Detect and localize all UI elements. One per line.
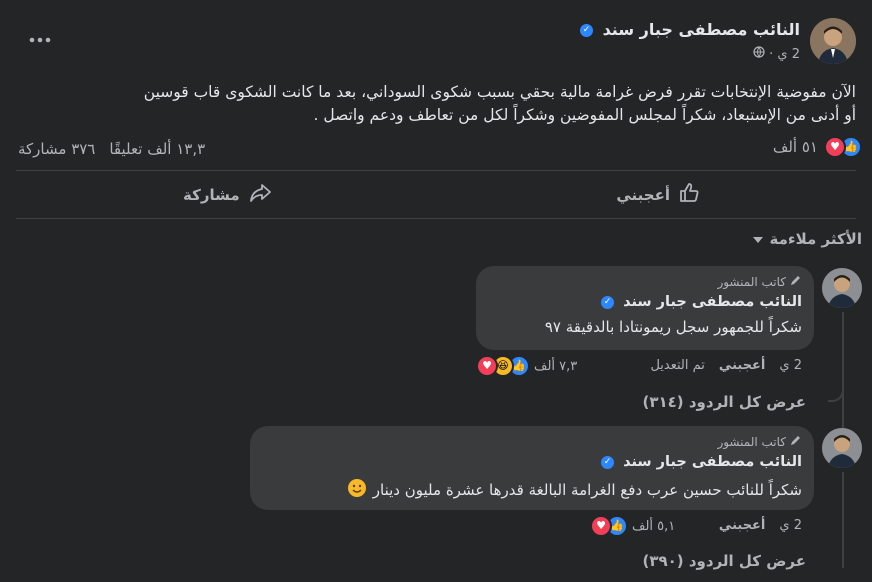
comment-2-text-row: شكراً للنائب حسين عرب دفع الغرامة البالغ…	[347, 478, 802, 502]
author-avatar[interactable]	[810, 18, 856, 64]
comment-2-text: شكراً للنائب حسين عرب دفع الغرامة البالغ…	[372, 481, 802, 499]
comment-2-reactions[interactable]: ٥,١ ألف 👍 ♥	[590, 515, 675, 537]
love-reaction-icon: ♥	[590, 515, 612, 537]
comment-2-bubble: كاتب المنشور النائب مصطفى جبار سند ✓ شكر…	[250, 426, 814, 510]
pencil-icon	[790, 274, 802, 289]
verified-badge-icon: ✓	[579, 24, 593, 37]
author-badge: كاتب المنشور	[717, 434, 802, 449]
like-button-label[interactable]: أعجبني	[616, 186, 670, 204]
shares-count[interactable]: ٣٧٦ مشاركة	[18, 140, 95, 158]
comment-2-author-label[interactable]: النائب مصطفى جبار سند	[623, 454, 802, 470]
verified-badge-icon: ✓	[601, 455, 614, 469]
author-badge-label: كاتب المنشور	[717, 274, 786, 289]
comment-1-actions: 2 ي أعجبني تم التعديل	[650, 358, 802, 373]
comment-1-reactions[interactable]: ٧,٣ ألف 👍 😆 ♥	[476, 355, 577, 377]
comment-1-edited: تم التعديل	[650, 358, 705, 373]
comment-2-reaction-count[interactable]: ٥,١ ألف	[632, 519, 675, 534]
sort-comments[interactable]: الأكثر ملاءمة	[752, 230, 862, 248]
like-button[interactable]: أعجبني	[616, 182, 700, 208]
post-time[interactable]: 2 ي ·	[769, 47, 800, 62]
comment-1-reaction-count[interactable]: ٧,٣ ألف	[534, 359, 577, 374]
thumbs-up-icon	[678, 182, 700, 208]
globe-icon	[753, 46, 765, 62]
engagement-counts: ١٣,٣ ألف تعليقًا ٣٧٦ مشاركة	[18, 140, 205, 158]
share-arrow-icon	[248, 182, 272, 208]
comment-1-time[interactable]: 2 ي	[779, 358, 802, 373]
comment-1-like-button[interactable]: أعجبني	[719, 358, 765, 373]
thread-line	[842, 472, 844, 568]
comment-2-like-button[interactable]: أعجبني	[719, 518, 765, 533]
comment-1-bubble: كاتب المنشور النائب مصطفى جبار سند ✓ شكر…	[476, 266, 814, 350]
comment-2-author[interactable]: النائب مصطفى جبار سند ✓	[601, 454, 802, 470]
comment-1-view-replies[interactable]: عرض كل الردود (٣١٤)	[642, 393, 806, 411]
pencil-icon	[790, 434, 802, 449]
post-author-name[interactable]: النائب مصطفى جبار سند ✓	[579, 20, 800, 39]
reactions-count[interactable]: ٥١ ألف	[773, 138, 818, 156]
comment-1-avatar[interactable]	[822, 268, 862, 308]
post-card: النائب مصطفى جبار سند ✓ 2 ي · الآن مفوضي…	[0, 0, 872, 582]
share-button[interactable]: مشاركة	[183, 182, 272, 208]
reply-connector	[828, 366, 844, 402]
comment-1-author-label[interactable]: النائب مصطفى جبار سند	[623, 294, 802, 310]
love-reaction-icon: ♥	[476, 355, 498, 377]
post-text-line-2: أو أدنى من الإستبعاد، شكراً لمجلس المفوض…	[313, 106, 856, 124]
post-meta: 2 ي ·	[753, 46, 800, 62]
post-author-label[interactable]: النائب مصطفى جبار سند	[603, 20, 800, 39]
comment-1-text: شكراً للجمهور سجل ريمونتادا بالدقيقة ٩٧	[544, 318, 802, 336]
love-reaction-icon: ♥	[824, 136, 846, 158]
reactions-summary[interactable]: 👍 ♥ ٥١ ألف	[773, 136, 862, 158]
divider-top	[16, 170, 856, 171]
author-badge-label: كاتب المنشور	[717, 434, 786, 449]
more-options-icon[interactable]	[28, 30, 52, 50]
post-text: الآن مفوضية الإنتخابات تقرر فرض غرامة ما…	[16, 81, 856, 127]
comment-2-time[interactable]: 2 ي	[779, 518, 802, 533]
comments-count[interactable]: ١٣,٣ ألف تعليقًا	[109, 140, 205, 158]
comment-2-avatar[interactable]	[822, 428, 862, 468]
divider-bottom	[16, 218, 856, 219]
comment-2-view-replies[interactable]: عرض كل الردود (٣٩٠)	[642, 552, 806, 570]
verified-badge-icon: ✓	[601, 295, 614, 309]
post-text-line-1: الآن مفوضية الإنتخابات تقرر فرض غرامة ما…	[143, 83, 856, 101]
caret-down-icon	[752, 230, 764, 248]
author-badge: كاتب المنشور	[717, 274, 802, 289]
comment-2-actions: 2 ي أعجبني	[719, 518, 802, 533]
sort-label[interactable]: الأكثر ملاءمة	[770, 230, 862, 248]
share-button-label[interactable]: مشاركة	[183, 186, 240, 204]
smiley-emoji-icon	[347, 478, 367, 502]
comment-1-author[interactable]: النائب مصطفى جبار سند ✓	[601, 294, 802, 310]
